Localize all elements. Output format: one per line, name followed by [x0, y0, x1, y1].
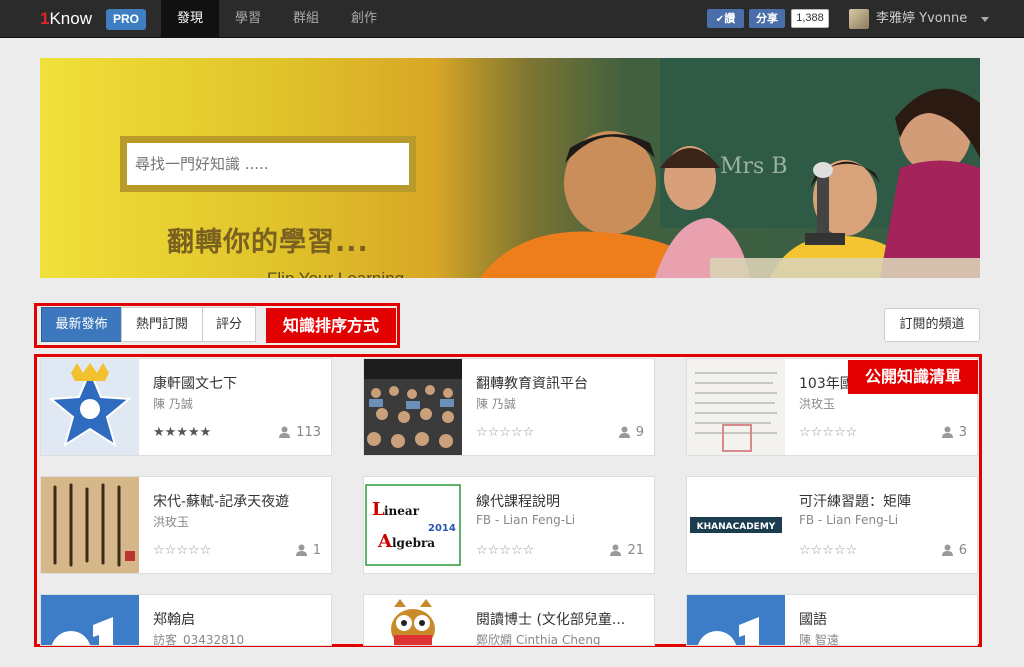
svg-text:A: A — [377, 531, 393, 552]
subscriber-count-value: 21 — [627, 543, 644, 558]
pro-badge[interactable]: PRO — [106, 9, 146, 30]
rating-stars: ☆☆☆☆☆ — [799, 425, 858, 440]
card-title[interactable]: 康軒國文七下 — [153, 373, 325, 393]
document-scan-thumbnail — [687, 359, 785, 455]
facebook-like-button[interactable]: ✔讚 — [707, 9, 744, 28]
linear-year: 2014 — [428, 523, 456, 534]
user-avatar[interactable] — [849, 9, 869, 29]
facebook-like-count: 1,388 — [791, 9, 829, 28]
subscriber-count-value: 1 — [312, 543, 321, 558]
rating-stars: ☆☆☆☆☆ — [476, 543, 535, 558]
person-icon — [279, 426, 291, 438]
algebra-word: lgebra — [392, 536, 435, 550]
knowledge-card[interactable]: 閱讀博士 (文化部兒童... 鄭欣嫻 Cinthia Cheng — [363, 594, 655, 646]
person-icon — [295, 544, 307, 556]
knowledge-card[interactable]: 宋代-蘇軾-記承天夜遊 洪玫玉 ☆☆☆☆☆ 1 — [40, 476, 332, 574]
user-menu-name[interactable]: 李雅婷 Yvonne — [876, 9, 967, 29]
card-author[interactable]: 陳 乃誠 — [153, 395, 193, 412]
subscriber-count-value: 9 — [635, 425, 644, 440]
logo-text: Know — [49, 9, 92, 28]
chevron-down-icon[interactable] — [981, 17, 989, 22]
person-icon — [618, 426, 630, 438]
subscriber-count: 9 — [618, 425, 644, 440]
classroom-photo-thumbnail — [364, 359, 462, 455]
nav-tab-discover[interactable]: 發現 — [161, 0, 219, 38]
subscriber-count: 3 — [941, 425, 967, 440]
khan-academy-thumbnail: KHANACADEMY — [687, 477, 785, 573]
top-navigation-bar: 1Know PRO 發現 學習 群組 創作 ✔讚 分享 1,388 李雅婷 Yv… — [0, 0, 1024, 38]
card-title[interactable]: 閱讀博士 (文化部兒童... — [476, 609, 648, 629]
card-title[interactable]: 翻轉教育資訊平台 — [476, 373, 648, 393]
sort-annotation-label: 知識排序方式 — [266, 308, 396, 343]
knowledge-card[interactable]: L inear 2014 A lgebra 線代課程說明 FB - Lian F… — [363, 476, 655, 574]
rating-stars: ★★★★★ — [153, 425, 212, 440]
nav-tab-learn[interactable]: 學習 — [219, 0, 277, 38]
linear-word: inear — [384, 504, 420, 518]
subscriber-count: 6 — [941, 543, 967, 558]
subscriber-count: 113 — [279, 425, 321, 440]
knowledge-card[interactable]: 國語 陳 智遠 — [686, 594, 978, 646]
card-author[interactable]: FB - Lian Feng-Li — [476, 513, 575, 527]
card-author[interactable]: 陳 智遠 — [799, 631, 839, 645]
subscriber-count-value: 113 — [296, 425, 321, 440]
card-title[interactable]: 宋代-蘇軾-記承天夜遊 — [153, 491, 325, 511]
check-icon: ✔ — [715, 14, 725, 25]
subscriber-count: 21 — [610, 543, 644, 558]
hero-banner: Mrs B 翻轉你的學習... Flip Your Learning... — [40, 58, 980, 278]
knowledge-card[interactable]: 郑翰启 訪客_03432810 — [40, 594, 332, 646]
card-author[interactable]: 訪客_03432810 — [153, 631, 244, 645]
card-title[interactable]: 郑翰启 — [153, 609, 325, 629]
card-author[interactable]: 陳 乃誠 — [476, 395, 516, 412]
person-icon — [941, 544, 953, 556]
star-badge-thumbnail — [41, 359, 139, 455]
knowledge-card[interactable]: KHANACADEMY 可汗練習題：矩陣 FB - Lian Feng-Li ☆… — [686, 476, 978, 574]
subscriber-count-value: 3 — [958, 425, 967, 440]
card-title[interactable]: 可汗練習題：矩陣 — [799, 491, 971, 511]
search-input[interactable] — [127, 143, 409, 185]
sort-popular-button[interactable]: 熱門訂閱 — [121, 307, 203, 342]
card-author[interactable]: FB - Lian Feng-Li — [799, 513, 898, 527]
hero-students-illustration: Mrs B — [480, 58, 980, 278]
default-course-thumbnail — [687, 595, 785, 645]
subscribed-channels-button[interactable]: 訂閱的頻道 — [884, 308, 980, 342]
hero-subtitle: Flip Your Learning... — [267, 269, 418, 278]
search-box-frame — [120, 136, 416, 192]
rating-stars: ☆☆☆☆☆ — [799, 543, 858, 558]
rating-stars: ☆☆☆☆☆ — [476, 425, 535, 440]
khan-academy-logo-text: KHANACADEMY — [697, 522, 776, 532]
person-icon — [610, 544, 622, 556]
sort-newest-button[interactable]: 最新發佈 — [41, 307, 122, 342]
linear-algebra-thumbnail: L inear 2014 A lgebra — [364, 477, 462, 573]
card-title[interactable]: 國語 — [799, 609, 971, 629]
default-course-thumbnail — [41, 595, 139, 645]
facebook-share-button[interactable]: 分享 — [749, 9, 785, 28]
card-author[interactable]: 洪玫玉 — [799, 395, 835, 412]
knowledge-card[interactable]: 康軒國文七下 陳 乃誠 ★★★★★ 113 — [40, 358, 332, 456]
subscriber-count-value: 6 — [958, 543, 967, 558]
card-author[interactable]: 洪玫玉 — [153, 513, 189, 530]
sort-rating-button[interactable]: 評分 — [202, 307, 256, 342]
app-logo[interactable]: 1Know — [40, 8, 92, 30]
list-annotation-label: 公開知識清單 — [848, 360, 978, 394]
person-icon — [941, 426, 953, 438]
card-title[interactable]: 線代課程說明 — [476, 491, 648, 511]
calligraphy-thumbnail — [41, 477, 139, 573]
nav-tab-create[interactable]: 創作 — [335, 0, 393, 38]
nav-tab-groups[interactable]: 群組 — [277, 0, 335, 38]
rating-stars: ☆☆☆☆☆ — [153, 543, 212, 558]
subscriber-count: 1 — [295, 543, 321, 558]
knowledge-card[interactable]: 翻轉教育資訊平台 陳 乃誠 ☆☆☆☆☆ 9 — [363, 358, 655, 456]
card-author[interactable]: 鄭欣嫻 Cinthia Cheng — [476, 631, 601, 645]
facebook-like-label: 讚 — [724, 12, 736, 25]
hero-title: 翻轉你的學習... — [167, 227, 369, 258]
owl-thumbnail — [364, 595, 462, 645]
svg-text:Mrs B: Mrs B — [720, 154, 788, 179]
